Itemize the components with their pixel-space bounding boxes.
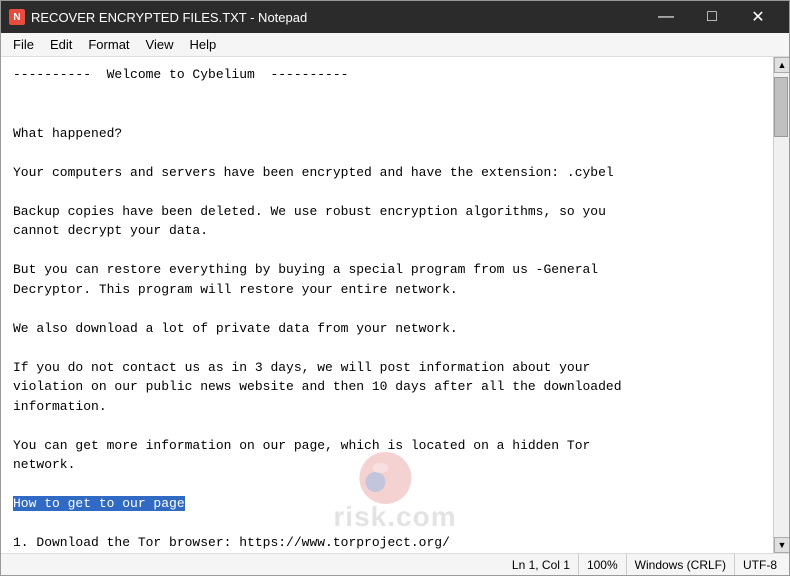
scroll-track[interactable]	[774, 73, 789, 537]
encoding: UTF-8	[735, 554, 785, 575]
selected-text: How to get to our page	[13, 496, 185, 511]
menu-help[interactable]: Help	[181, 35, 224, 54]
scroll-thumb[interactable]	[774, 77, 788, 137]
text-editor[interactable]: ---------- Welcome to Cybelium ---------…	[1, 57, 773, 553]
line-ending: Windows (CRLF)	[627, 554, 735, 575]
app-icon-letter: N	[13, 12, 20, 23]
content-area: ---------- Welcome to Cybelium ---------…	[1, 57, 789, 553]
menu-bar: File Edit Format View Help	[1, 33, 789, 57]
menu-edit[interactable]: Edit	[42, 35, 80, 54]
scroll-up-button[interactable]: ▲	[774, 57, 789, 73]
zoom-level: 100%	[579, 554, 627, 575]
scroll-down-button[interactable]: ▼	[774, 537, 789, 553]
scrollbar[interactable]: ▲ ▼	[773, 57, 789, 553]
maximize-button[interactable]: □	[689, 1, 735, 33]
notepad-window: N RECOVER ENCRYPTED FILES.TXT - Notepad …	[0, 0, 790, 576]
window-controls: — □ ✕	[643, 1, 781, 33]
minimize-button[interactable]: —	[643, 1, 689, 33]
menu-format[interactable]: Format	[80, 35, 137, 54]
cursor-position: Ln 1, Col 1	[504, 554, 579, 575]
close-button[interactable]: ✕	[735, 1, 781, 33]
menu-file[interactable]: File	[5, 35, 42, 54]
title-bar: N RECOVER ENCRYPTED FILES.TXT - Notepad …	[1, 1, 789, 33]
menu-view[interactable]: View	[138, 35, 182, 54]
window-title: RECOVER ENCRYPTED FILES.TXT - Notepad	[31, 10, 643, 25]
app-icon: N	[9, 9, 25, 25]
status-bar: Ln 1, Col 1 100% Windows (CRLF) UTF-8	[1, 553, 789, 575]
